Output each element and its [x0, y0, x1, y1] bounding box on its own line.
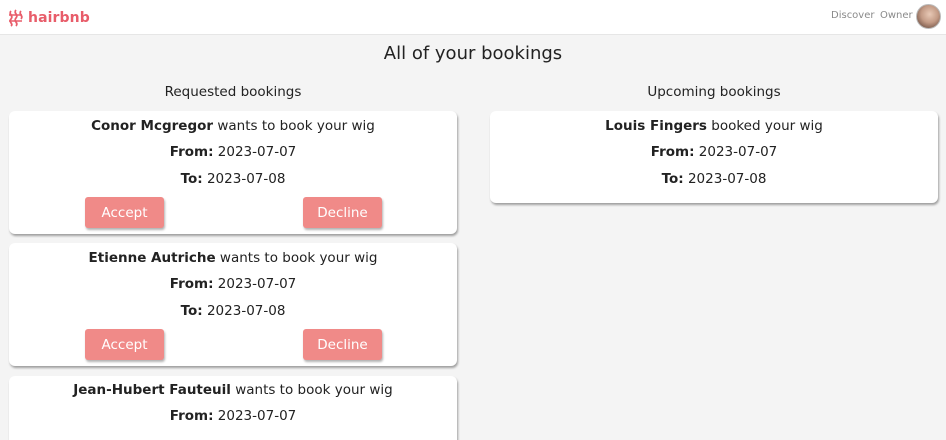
- accept-button[interactable]: Accept: [85, 197, 164, 228]
- to-date: 2023-07-08: [683, 171, 767, 187]
- guest-name: Louis Fingers: [605, 118, 707, 134]
- requested-booking-card: Jean-Hubert Fauteuil wants to book your …: [9, 376, 457, 440]
- decline-button[interactable]: Decline: [303, 329, 382, 360]
- from-date: 2023-07-07: [213, 144, 297, 160]
- booking-from-line: From: 2023-07-07: [9, 276, 457, 292]
- accept-button[interactable]: Accept: [85, 329, 164, 360]
- from-date: 2023-07-07: [694, 144, 778, 160]
- upcoming-bookings-heading: Upcoming bookings: [647, 84, 781, 100]
- booking-to-line: To: 2023-07-08: [490, 171, 938, 187]
- to-date: 2023-07-08: [202, 303, 286, 319]
- from-label: From:: [650, 144, 695, 160]
- brand-logo[interactable]: hairbnb: [7, 8, 90, 28]
- booking-request-line: Conor Mcgregor wants to book your wig: [9, 118, 457, 134]
- to-date: 2023-07-08: [202, 171, 286, 187]
- nav-link-owner[interactable]: Owner: [880, 10, 913, 21]
- booking-from-line: From: 2023-07-07: [9, 408, 457, 424]
- guest-name: Etienne Autriche: [88, 250, 216, 266]
- booking-to-line: To: 2023-07-08: [9, 303, 457, 319]
- request-text: wants to book your wig: [215, 250, 378, 266]
- to-label: To:: [180, 171, 203, 187]
- from-date: 2023-07-07: [213, 276, 297, 292]
- request-text: wants to book your wig: [213, 118, 375, 134]
- request-text: wants to book your wig: [230, 382, 393, 398]
- from-date: 2023-07-07: [213, 408, 297, 424]
- to-label: To:: [661, 171, 684, 187]
- booking-from-line: From: 2023-07-07: [9, 144, 457, 160]
- upcoming-booking-card: Louis Fingers booked your wig From: 2023…: [490, 111, 938, 203]
- hairbnb-logo-icon: [9, 9, 23, 27]
- to-label: To:: [180, 303, 203, 319]
- avatar[interactable]: [916, 4, 941, 29]
- booking-to-line: To: 2023-07-08: [9, 171, 457, 187]
- from-label: From:: [169, 408, 214, 424]
- booking-from-line: From: 2023-07-07: [490, 144, 938, 160]
- from-label: From:: [169, 276, 214, 292]
- guest-name: Conor Mcgregor: [91, 118, 214, 134]
- booking-request-line: Etienne Autriche wants to book your wig: [9, 250, 457, 266]
- brand-name: hairbnb: [28, 10, 90, 26]
- requested-booking-card: Conor Mcgregor wants to book your wig Fr…: [9, 111, 457, 234]
- booking-confirmed-line: Louis Fingers booked your wig: [490, 118, 938, 134]
- nav-link-discover[interactable]: Discover: [831, 10, 875, 21]
- decline-button[interactable]: Decline: [303, 197, 382, 228]
- page-title: All of your bookings: [383, 43, 563, 64]
- guest-name: Jean-Hubert Fauteuil: [73, 382, 231, 398]
- from-label: From:: [169, 144, 214, 160]
- requested-bookings-heading: Requested bookings: [164, 84, 302, 100]
- booking-request-line: Jean-Hubert Fauteuil wants to book your …: [9, 382, 457, 398]
- requested-booking-card: Etienne Autriche wants to book your wig …: [9, 243, 457, 366]
- navbar: hairbnb Discover Owner: [0, 0, 946, 35]
- booked-text: booked your wig: [706, 118, 823, 134]
